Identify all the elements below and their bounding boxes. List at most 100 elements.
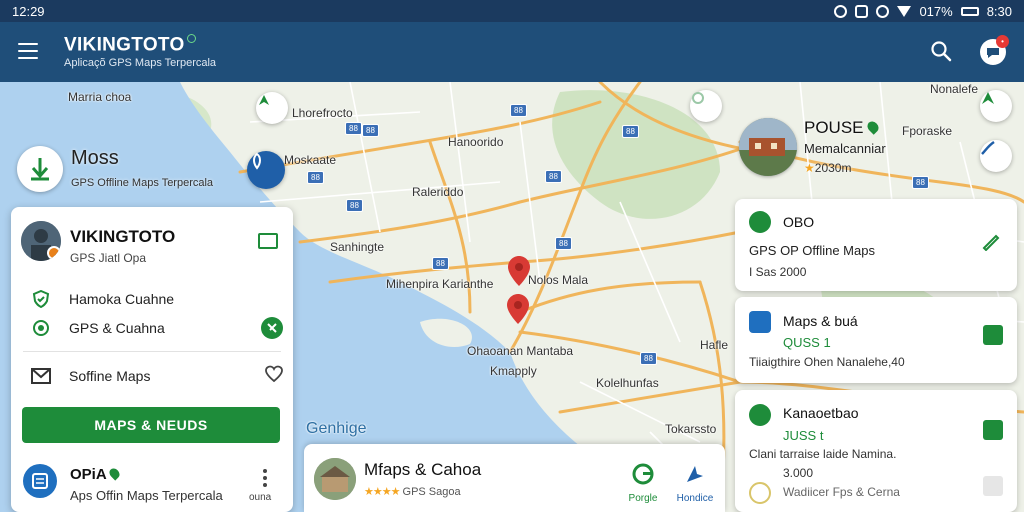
heart-icon[interactable] (265, 365, 283, 388)
maps-news-button[interactable]: MAPS & NEUDS (22, 407, 280, 443)
book-icon[interactable] (23, 464, 57, 498)
directions-action-button[interactable]: Hondice (670, 462, 720, 504)
list-icon (749, 311, 771, 333)
open-icon[interactable] (983, 325, 1003, 345)
map-label: Kmapply (490, 364, 537, 378)
map-label: Lhorefrocto (292, 106, 353, 120)
status-time: 12:29 (12, 3, 45, 19)
list-item-label: Soffine Maps (69, 368, 151, 384)
battery-percent: 017% (919, 3, 953, 19)
google-action-button[interactable]: Porgle (618, 462, 668, 504)
map-label: Kolelhunfas (596, 376, 659, 390)
layers-icon[interactable] (690, 90, 722, 122)
target-icon (31, 318, 51, 338)
card-line: JUSS t (783, 428, 824, 443)
card-line: Clani tarraise laide Namina. (749, 447, 897, 461)
rating-stars: ★★★★ (364, 486, 400, 498)
location-pin-icon[interactable] (508, 256, 530, 286)
directions-icon[interactable] (980, 140, 1012, 172)
place-card[interactable]: Mfaps & Cahoa ★★★★ GPS Sagoa Porgle Hond… (304, 444, 725, 512)
divider (23, 351, 281, 352)
shield-icon (31, 289, 51, 309)
notification-badge: • (996, 35, 1009, 48)
navigate-icon[interactable] (980, 90, 1012, 122)
result-card[interactable]: Kanaoetbao JUSS t Clani tarraise laide N… (735, 390, 1017, 512)
map-label: Raleriddo (412, 185, 464, 199)
mail-icon (31, 366, 51, 386)
map-label: Hanoorido (448, 135, 504, 149)
mute-icon (876, 4, 890, 18)
clock-icon (749, 482, 771, 504)
close-icon[interactable] (983, 476, 1003, 496)
result-card[interactable]: Maps & buá QUSS 1 Tiiaigthire Ohen Nanal… (735, 297, 1017, 383)
my-location-icon[interactable] (247, 151, 285, 189)
app-subtitle: Aplicaçõ GPS Maps Terpercala (64, 57, 217, 69)
highway-shield: ​88 (622, 125, 639, 138)
right-place-subtitle: Memalcanniar (804, 141, 886, 156)
app-bar: VIKINGTOTO Aplicaçõ GPS Maps Terpercala … (0, 22, 1024, 82)
card-line: 3.000 (783, 466, 814, 480)
place-title: Mfaps & Cahoa (364, 460, 482, 479)
app-title-text: VIKINGTOTO (64, 34, 185, 56)
highway-shield: ​88 (307, 171, 324, 184)
map-label: Fporaske (902, 124, 953, 138)
edit-icon[interactable] (981, 231, 1001, 252)
map-label: Marria choa (68, 90, 132, 104)
map-label: Tokarssto (665, 422, 717, 436)
map-label: Nolos Mala (528, 273, 589, 287)
moss-logo-icon[interactable] (17, 146, 63, 192)
route-icon[interactable] (261, 317, 283, 344)
highway-shield: ​88 (912, 176, 929, 189)
alarm-icon (834, 4, 848, 18)
menu-icon[interactable] (18, 43, 38, 59)
card-title: Kanaoetbao (783, 405, 859, 421)
list-item-gps[interactable]: GPS & Cuahna (31, 316, 283, 340)
location-icon (107, 466, 122, 481)
water-label: Genhige (306, 420, 367, 437)
app-title: VIKINGTOTO (64, 34, 196, 56)
status-bar: 12:29 017% 8:30 (0, 0, 1024, 22)
right-place-meta: ★2030m (804, 161, 851, 175)
highway-shield: ​88 (510, 104, 527, 117)
share-icon (687, 466, 703, 482)
result-card[interactable]: OBO GPS OP Offline Maps I Sas 2000 (735, 199, 1017, 291)
more-vert-icon[interactable] (259, 469, 271, 490)
left-panel: VIKINGTOTO GPS Jiatl Opa Hamoka Cuahne G… (11, 207, 293, 512)
more-label: ouna (249, 492, 272, 503)
map-label: Mihenpira Karianthe (386, 277, 494, 291)
card-line: QUSS 1 (783, 335, 831, 350)
avatar[interactable] (21, 221, 61, 261)
card-title: OBO (783, 214, 815, 230)
list-item-hamoka[interactable]: Hamoka Cuahne (31, 287, 283, 311)
wifi-icon (897, 5, 912, 17)
panel-title: VIKINGTOTO (70, 227, 176, 246)
footer-subtitle: Aps Offin Maps Terpercala (70, 488, 223, 503)
moss-title: Moss (71, 147, 119, 169)
panel-subtitle: GPS Jiatl Opa (70, 251, 147, 265)
footer-title-text: OPiA (70, 466, 107, 483)
card-title: Maps & buá (783, 313, 858, 329)
chat-icon[interactable]: • (980, 35, 1009, 65)
google-icon (632, 463, 654, 485)
search-icon[interactable] (930, 40, 952, 62)
right-place-title: POUSE (804, 118, 882, 138)
map-label: Hafle (700, 338, 729, 352)
place-photo[interactable] (739, 118, 797, 176)
map-label: Moskaate (284, 153, 337, 167)
footer-title: OPiA (70, 466, 122, 483)
highway-shield: ​88 (545, 170, 562, 183)
action-label: Porgle (628, 493, 658, 504)
right-place-distance: 2030m (814, 161, 852, 175)
open-icon[interactable] (983, 420, 1003, 440)
location-pin-icon[interactable] (507, 294, 529, 324)
notification-icon (855, 4, 869, 18)
highway-shield: ​88 (640, 352, 657, 365)
compass-icon[interactable] (256, 92, 288, 124)
list-item-offline-maps[interactable]: Soffine Maps (31, 364, 283, 388)
right-place-title-text: POUSE (804, 118, 864, 137)
list-item-label: Hamoka Cuahne (69, 291, 175, 307)
map-label: Ohaoanan Mantaba (467, 344, 574, 358)
place-icon (749, 404, 771, 426)
action-label: Hondice (676, 493, 714, 504)
message-icon[interactable] (258, 233, 278, 249)
